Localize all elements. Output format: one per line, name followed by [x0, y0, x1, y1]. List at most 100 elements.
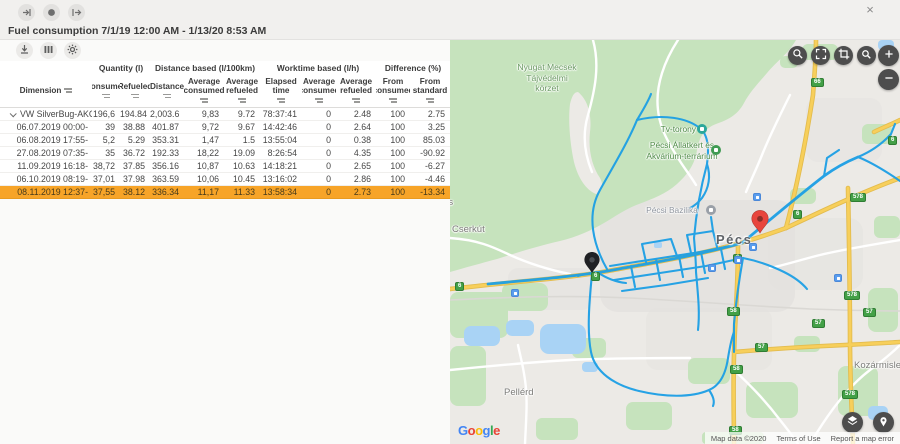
value-cell: 8:26:54 [260, 146, 302, 159]
column-header-average-refueled-distance[interactable]: Average refueled [224, 74, 260, 107]
column-header-dimension[interactable]: Dimension [0, 74, 92, 107]
column-header-average-refueled-worktime[interactable]: Average refueled [336, 74, 376, 107]
column-header-from-standard[interactable]: From standard [410, 74, 450, 107]
transit-stop-icon [734, 256, 742, 264]
columns-button[interactable] [40, 42, 57, 59]
table-row[interactable]: 11.09.2019 16:18-38,7237.85356.1610,8710… [0, 159, 450, 172]
settings-button[interactable] [64, 42, 81, 59]
map-label: Pellérd [504, 388, 544, 399]
map-crop-button[interactable] [834, 46, 853, 65]
close-button[interactable]: × [862, 2, 878, 18]
map-zoom-area-button[interactable] [788, 46, 807, 65]
table-row[interactable]: 06.08.2019 17:55-5,25.29353.311,471.513:… [0, 133, 450, 146]
split-view-icon [46, 7, 57, 18]
column-header-elapsed-time[interactable]: Elapsed time [260, 74, 302, 107]
value-cell: 78:37:41 [260, 107, 302, 120]
map-zoom-in-button[interactable] [878, 45, 899, 66]
map-label: Kozármisleny [854, 361, 900, 372]
terms-of-use-link[interactable]: Terms of Use [776, 434, 820, 443]
magnifier-icon [792, 47, 804, 65]
panel-collapse-right-button[interactable] [68, 4, 85, 21]
value-cell: 0 [302, 120, 336, 133]
table-row[interactable]: 06.10.2019 08:19-37,0137.98363.5910,0610… [0, 172, 450, 185]
road-shield: 578 [850, 193, 866, 202]
basilica-poi-icon[interactable] [706, 205, 716, 215]
panel-collapse-left-button[interactable] [18, 4, 35, 21]
value-cell: 39 [92, 120, 120, 133]
zoo-poi-icon[interactable] [711, 145, 721, 155]
google-logo: Google [458, 423, 500, 438]
value-cell: 38,72 [92, 159, 120, 172]
table-row[interactable]: 27.08.2019 07:35-3536.72192.3318,2219.09… [0, 146, 450, 159]
export-download-button[interactable] [16, 42, 33, 59]
map-places-button[interactable] [873, 412, 894, 433]
value-cell: 37.98 [120, 172, 150, 185]
dimension-date-cell: 06.10.2019 08:19- [0, 172, 92, 185]
tv-tower-poi-icon[interactable] [697, 124, 707, 134]
value-cell: 100 [376, 159, 410, 172]
dimension-date-cell: 27.08.2019 07:35- [0, 146, 92, 159]
road-shield: 57 [812, 319, 825, 328]
column-header-distance[interactable]: Distance [150, 74, 184, 107]
road-shield: 58 [727, 307, 740, 316]
map-layers-button[interactable] [842, 412, 863, 433]
map-magnify-button[interactable] [857, 46, 876, 65]
value-cell: 2.48 [336, 107, 376, 120]
panel-split-button[interactable] [43, 4, 60, 21]
dimension-vehicle-cell: VW SilverBug-AKC-3t [0, 107, 92, 120]
value-cell: 2.73 [336, 185, 376, 198]
sort-icon [277, 97, 285, 103]
transit-stop-icon [511, 289, 519, 297]
table-column-header-row: Dimension Consumed Refueled Distance Ave… [0, 74, 450, 107]
value-cell: 11.33 [224, 185, 260, 198]
value-cell: 1,47 [184, 133, 224, 146]
value-cell: 2.86 [336, 172, 376, 185]
table-row[interactable]: VW SilverBug-AKC-3t196,6194.842,003.69,8… [0, 107, 450, 120]
transit-stop-icon [753, 193, 761, 201]
road-shield: 6 [888, 136, 897, 145]
sort-icon [163, 93, 171, 99]
group-header-difference: Difference (%) [376, 61, 450, 74]
dimension-date-cell: 08.11.2019 12:37- [0, 185, 92, 198]
column-header-average-consumed-distance[interactable]: Average consumed [184, 74, 224, 107]
road-shield: 6 [793, 210, 802, 219]
value-cell: 363.59 [150, 172, 184, 185]
value-cell: 13:55:04 [260, 133, 302, 146]
map-fit-screen-button[interactable] [811, 46, 830, 65]
sort-icon [315, 97, 323, 103]
map-zoom-out-button[interactable] [878, 69, 899, 90]
value-cell: 36.72 [120, 146, 150, 159]
columns-icon [43, 42, 54, 60]
column-header-average-consumed-worktime[interactable]: Average consumed [302, 74, 336, 107]
table-row[interactable]: 06.07.2019 00:00-3938.88401.879,729.6714… [0, 120, 450, 133]
value-cell: 2.75 [410, 107, 450, 120]
value-cell: 192.33 [150, 146, 184, 159]
value-cell: 3.25 [410, 120, 450, 133]
value-cell: 401.87 [150, 120, 184, 133]
value-cell: 38.88 [120, 120, 150, 133]
value-cell: 10.45 [224, 172, 260, 185]
value-cell: 9.72 [224, 107, 260, 120]
value-cell: 10,87 [184, 159, 224, 172]
road-shield: 578 [842, 390, 858, 399]
value-cell: 85.03 [410, 133, 450, 146]
value-cell: 19.09 [224, 146, 260, 159]
table-row[interactable]: 08.11.2019 12:37-37,5538.12336.3411,1711… [0, 185, 450, 198]
transit-stop-icon [834, 274, 842, 282]
layers-icon [846, 414, 859, 432]
report-map-error-link[interactable]: Report a map error [831, 434, 894, 443]
collapse-left-icon [21, 7, 32, 18]
value-cell: 0 [302, 146, 336, 159]
value-cell: 37,55 [92, 185, 120, 198]
column-header-from-consumed[interactable]: From consumed [376, 74, 410, 107]
value-cell: 18,22 [184, 146, 224, 159]
road-shield: 57 [863, 308, 876, 317]
app-window: × Fuel consumption 7/1/19 12:00 AM - 1/1… [0, 0, 900, 444]
column-header-consumed[interactable]: Consumed [92, 74, 120, 107]
sort-icon [64, 87, 72, 93]
value-cell: 0 [302, 133, 336, 146]
column-header-refueled[interactable]: Refueled [120, 74, 150, 107]
table-group-header-row: Quantity (l) Distance based (l/100km) Wo… [0, 61, 450, 74]
expand-chevron-icon[interactable] [10, 110, 17, 117]
map-canvas[interactable]: Nyugat Mecsek Tájvédelmi körzetKővágósző… [450, 40, 900, 444]
